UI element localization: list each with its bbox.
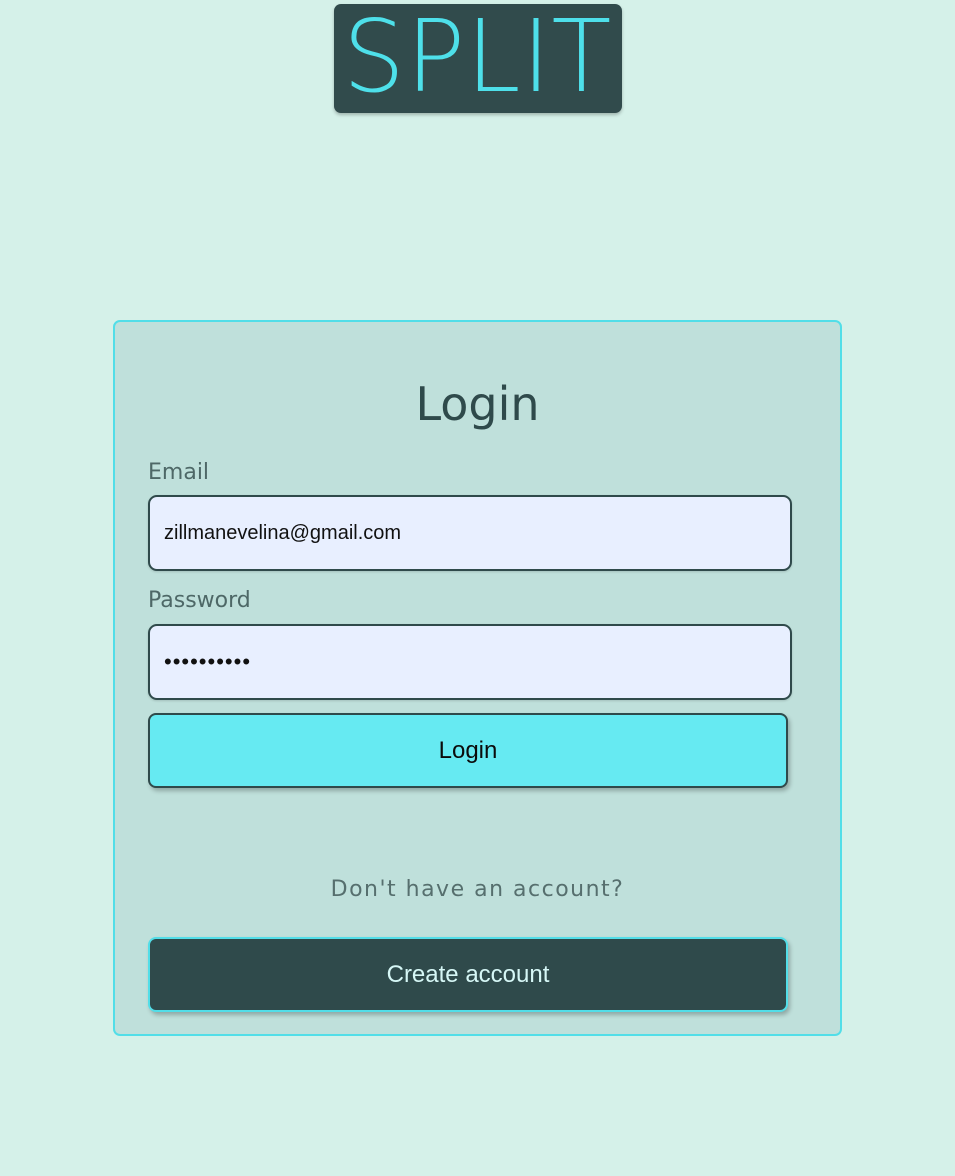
email-field[interactable]: [148, 495, 792, 571]
app-logo: SPLIT: [334, 4, 622, 113]
password-field[interactable]: [148, 624, 792, 700]
login-button[interactable]: Login: [148, 713, 788, 788]
logo-text: SPLIT: [343, 0, 613, 115]
login-card: Login Email Password Login Don't have an…: [113, 320, 842, 1036]
email-label: Email: [148, 460, 210, 485]
signup-prompt: Don't have an account?: [330, 877, 625, 902]
create-account-button[interactable]: Create account: [148, 937, 788, 1012]
password-label: Password: [148, 588, 251, 613]
page-title: Login: [415, 377, 540, 431]
